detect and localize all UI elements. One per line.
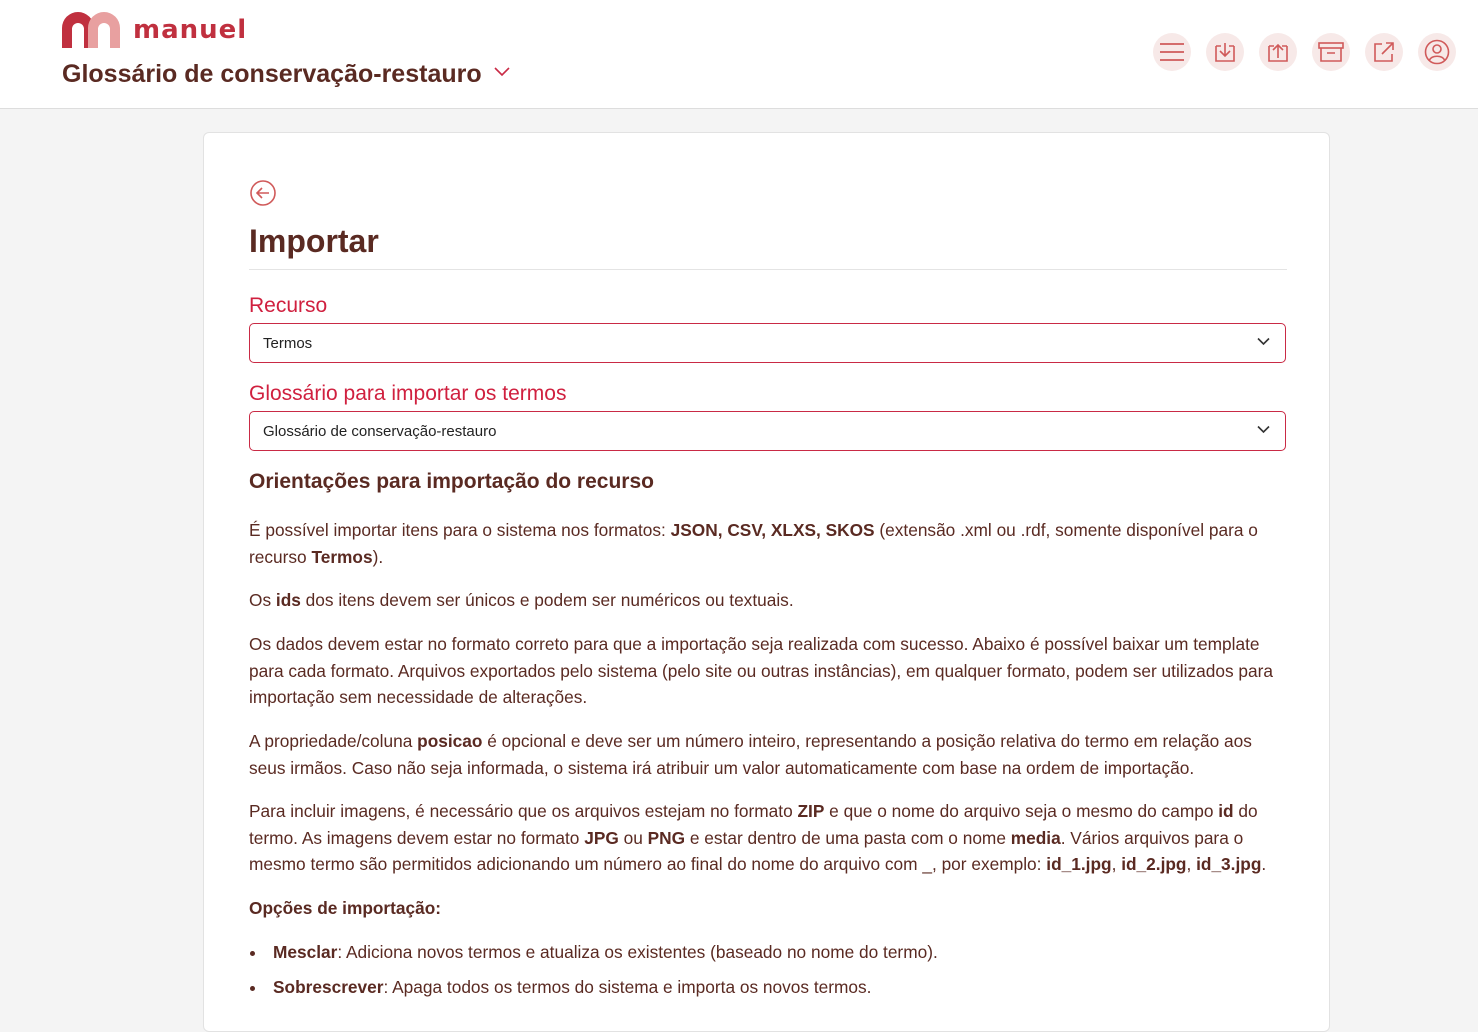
back-arrow-icon[interactable] <box>249 179 277 207</box>
paragraph-ids: Os ids dos itens devem ser únicos e pode… <box>249 590 794 610</box>
guidelines-title: Orientações para importação do recurso <box>249 470 654 493</box>
paragraph-posicao: A propriedade/coluna posicao é opcional … <box>249 731 1252 778</box>
user-icon <box>1424 39 1450 65</box>
paragraph-formats: É possível importar itens para o sistema… <box>249 520 1258 567</box>
resource-label: Recurso <box>249 294 328 317</box>
glossary-select-value: Glossário de conservação-restauro <box>263 422 497 440</box>
menu-icon <box>1160 43 1184 61</box>
options-list: Mesclar: Adiciona novos termos e atualiz… <box>249 939 1289 1009</box>
archive-icon <box>1318 42 1344 62</box>
glossary-switcher[interactable]: Glossário de conservação-restauro <box>62 60 510 89</box>
list-item: Mesclar: Adiciona novos termos e atualiz… <box>249 939 1289 974</box>
chevron-down-icon <box>1257 337 1270 346</box>
resource-select-value: Termos <box>263 334 313 352</box>
upload-icon <box>1268 43 1288 62</box>
archive-button[interactable] <box>1312 33 1350 71</box>
list-item: Sobrescrever: Apaga todos os termos do s… <box>249 974 1289 1009</box>
top-bar: manuel Glossário de conservação-restauro <box>0 0 1478 109</box>
glossary-label: Glossário para importar os termos <box>249 382 567 405</box>
external-link-icon <box>1374 42 1394 62</box>
menu-button[interactable] <box>1153 33 1191 71</box>
import-button[interactable] <box>1259 33 1297 71</box>
page-title: Importar <box>249 223 379 259</box>
open-external-button[interactable] <box>1365 33 1403 71</box>
paragraph-images: Para incluir imagens, é necessário que o… <box>249 801 1267 874</box>
export-button[interactable] <box>1206 33 1244 71</box>
glossary-title: Glossário de conservação-restauro <box>62 60 482 88</box>
import-card: Importar Recurso Termos Glossário para i… <box>203 132 1330 1032</box>
logo[interactable]: manuel <box>62 11 247 49</box>
download-icon <box>1215 43 1235 62</box>
chevron-down-icon <box>494 66 510 76</box>
header-actions <box>1153 33 1456 71</box>
user-button[interactable] <box>1418 33 1456 71</box>
paragraph-format-templates: Os dados devem estar no formato correto … <box>249 634 1273 707</box>
chevron-down-icon <box>1257 425 1270 434</box>
glossary-select[interactable]: Glossário de conservação-restauro <box>249 411 1286 451</box>
resource-select[interactable]: Termos <box>249 323 1286 363</box>
brand-name: manuel <box>133 15 248 45</box>
options-title: Opções de importação: <box>249 898 442 918</box>
divider <box>249 269 1287 270</box>
logo-mark-icon <box>62 12 120 48</box>
